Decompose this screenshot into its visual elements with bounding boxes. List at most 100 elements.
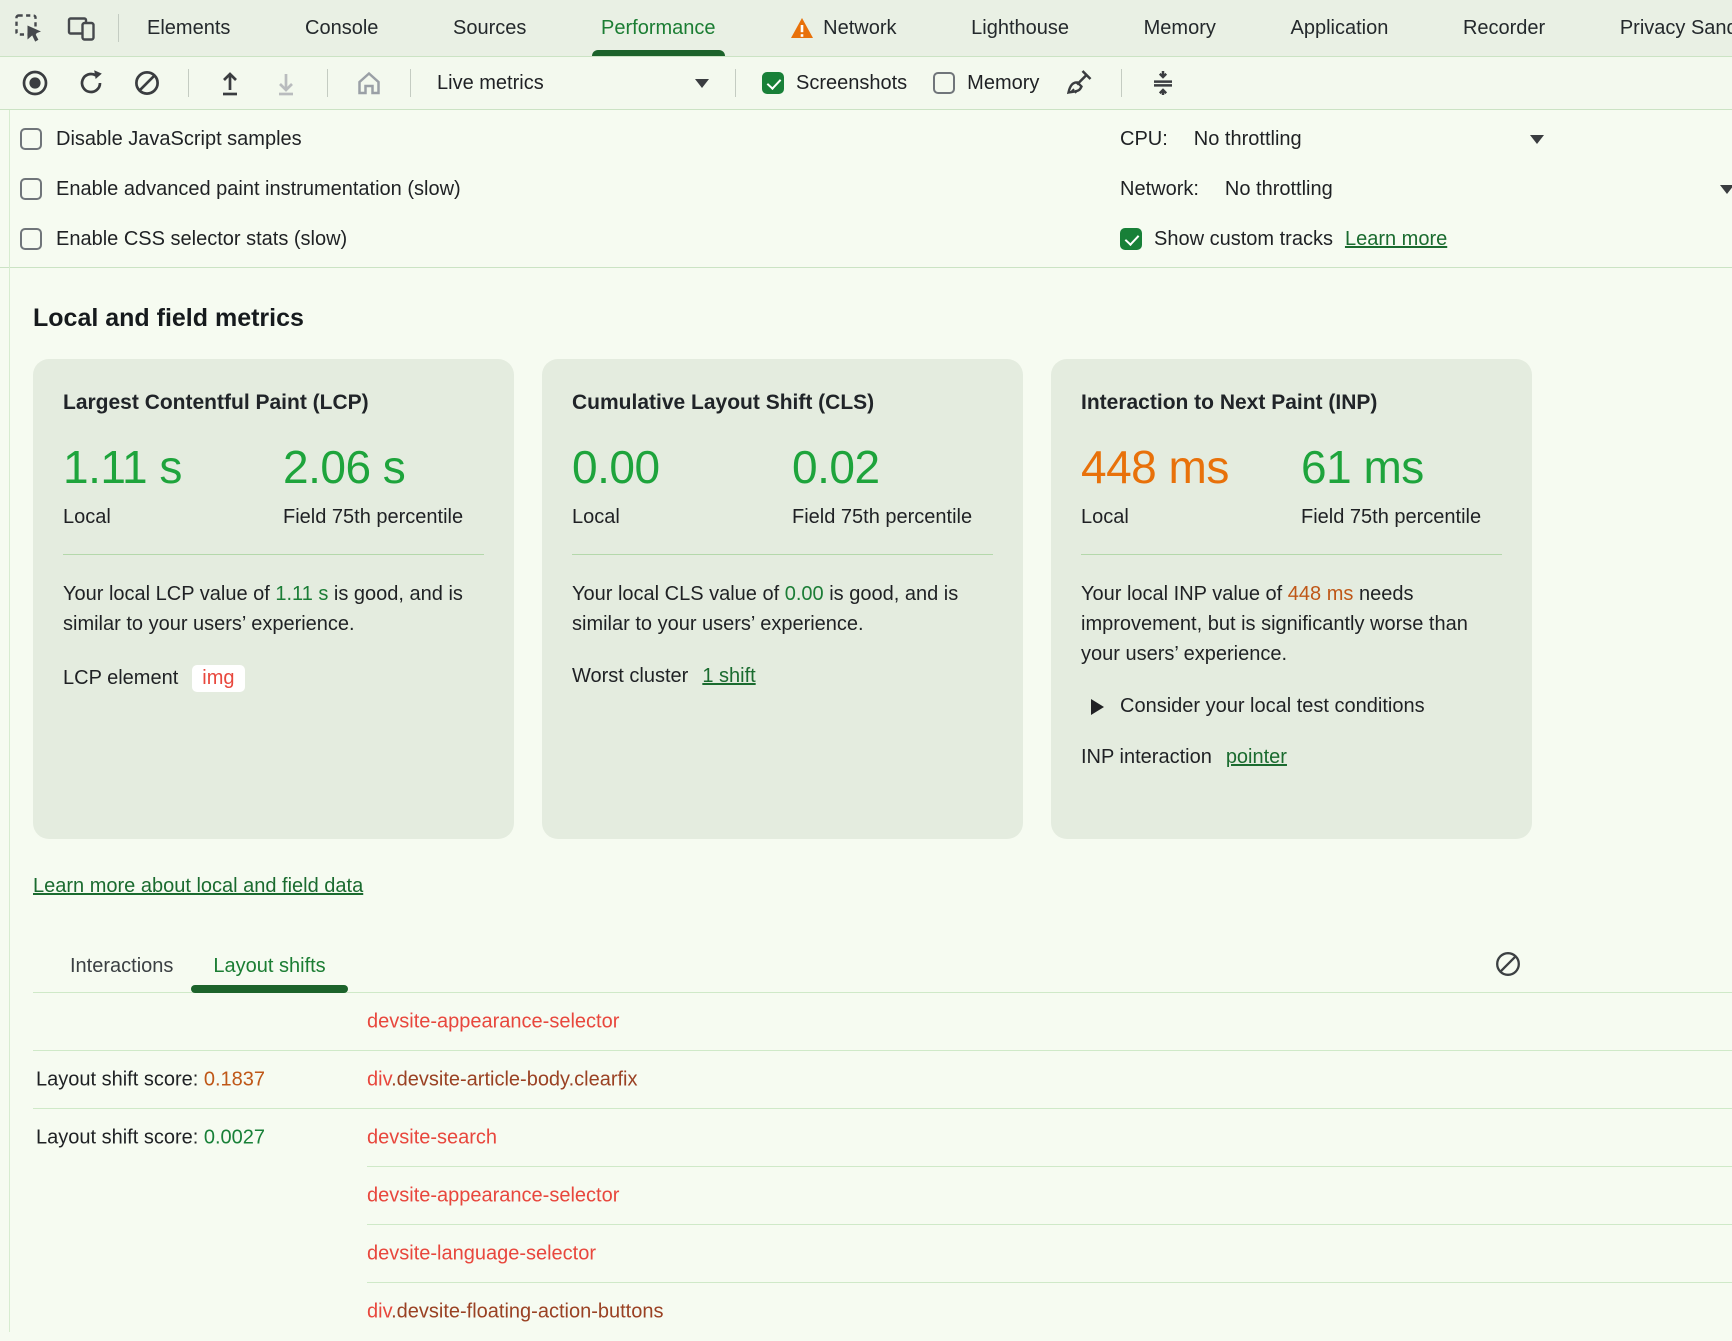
screenshots-label: Screenshots [796,72,907,95]
memory-checkbox[interactable] [933,72,955,94]
tab-sources[interactable]: Sources [439,0,540,56]
lcp-local-label: Local [63,503,283,532]
cls-field-label: Field 75th percentile [792,503,992,532]
tab-console[interactable]: Console [291,0,392,56]
inp-interaction-link[interactable]: pointer [1226,746,1287,769]
tab-interactions[interactable]: Interactions [50,940,193,992]
log-tab-bar: Interactions Layout shifts [33,940,1732,993]
inp-local-value: 448 ms [1081,443,1301,491]
element-link[interactable]: devsite-language-selector [367,1243,596,1266]
cpu-value: No throttling [1194,128,1530,151]
lcp-field-value: 2.06 s [283,443,483,491]
metric-cards: Largest Contentful Paint (LCP) 1.11 s Lo… [33,359,1732,839]
network-label: Network: [1120,178,1199,201]
element-link[interactable]: div.devsite-article-body.clearfix [367,1068,637,1091]
cpu-label: CPU: [1120,128,1168,151]
card-divider [63,554,484,555]
element-link[interactable]: devsite-search [367,1127,497,1150]
cls-card-title: Cumulative Layout Shift (CLS) [572,391,993,415]
tab-privacy-sandbox[interactable]: Privacy Sandbox [1606,0,1732,56]
lcp-element-node-link[interactable]: img [192,665,244,692]
element-link[interactable]: devsite-appearance-selector [367,1185,619,1208]
chevron-down-icon [695,79,709,88]
advanced-paint-checkbox[interactable] [20,178,42,200]
tab-network[interactable]: Network [776,0,910,56]
layout-shift-score: Layout shift score: 0.1837 [36,1068,265,1091]
table-row[interactable]: Layout shift score: 0.1837 div.devsite-a… [33,1051,1732,1109]
divider [327,69,328,97]
lcp-description: Your local LCP value of 1.11 s is good, … [63,579,484,639]
divider [410,69,411,97]
panel-mode-select[interactable]: Live metrics [437,72,709,95]
chevron-down-icon [1530,135,1544,144]
divider [735,69,736,97]
cls-field-value: 0.02 [792,443,992,491]
record-icon[interactable] [20,68,50,98]
show-custom-tracks-row[interactable]: Show custom tracks Learn more [1120,214,1447,264]
screenshots-checkbox[interactable] [762,72,784,94]
lcp-card-title: Largest Contentful Paint (LCP) [63,391,484,415]
devtools-tab-bar: Elements Console Sources Performance Net… [0,0,1732,57]
css-selector-stats-row[interactable]: Enable CSS selector stats (slow) [0,214,1732,264]
tab-elements[interactable]: Elements [133,0,244,56]
memory-label: Memory [967,72,1039,95]
worst-cluster-link[interactable]: 1 shift [702,665,755,688]
download-profile-icon[interactable] [271,68,301,98]
table-row[interactable]: devsite-appearance-selector [33,993,1732,1051]
tab-layout-shifts[interactable]: Layout shifts [193,940,345,992]
reload-record-icon[interactable] [76,68,106,98]
layout-shifts-table: devsite-appearance-selector Layout shift… [33,993,1732,1341]
cls-local-value: 0.00 [572,443,792,491]
table-row[interactable]: Layout shift score: 0.0027 devsite-searc… [33,1109,1732,1167]
panel-left-border [9,110,10,1332]
element-link[interactable]: devsite-appearance-selector [367,1010,619,1033]
lcp-card: Largest Contentful Paint (LCP) 1.11 s Lo… [33,359,514,839]
lcp-local-value: 1.11 s [63,443,283,491]
screenshots-checkbox-row[interactable]: Screenshots [762,72,907,95]
inp-card-title: Interaction to Next Paint (INP) [1081,391,1502,415]
cls-description: Your local CLS value of 0.00 is good, an… [572,579,993,639]
network-throttling-select[interactable]: Network: No throttling [1120,164,1732,214]
css-selector-stats-checkbox[interactable] [20,228,42,250]
divider [1121,69,1122,97]
table-row[interactable]: div.devsite-floating-action-buttons [33,1283,1732,1341]
network-value: No throttling [1225,178,1720,201]
cls-local-label: Local [572,503,792,532]
tab-application[interactable]: Application [1276,0,1402,56]
memory-checkbox-row[interactable]: Memory [933,72,1039,95]
cpu-throttling-select[interactable]: CPU: No throttling [1120,114,1544,164]
consider-conditions-expander[interactable]: Consider your local test conditions [1081,695,1502,718]
tab-recorder[interactable]: Recorder [1449,0,1559,56]
clear-icon[interactable] [132,68,162,98]
section-heading: Local and field metrics [33,304,1732,333]
upload-profile-icon[interactable] [215,68,245,98]
card-divider [1081,554,1502,555]
field-data-learn-more-link[interactable]: Learn more about local and field data [33,875,363,898]
table-row[interactable]: devsite-language-selector [33,1225,1732,1283]
tab-performance[interactable]: Performance [587,0,730,56]
expand-triangle-icon [1091,699,1104,715]
inp-local-label: Local [1081,503,1301,532]
home-icon[interactable] [354,68,384,98]
disable-js-samples-label: Disable JavaScript samples [56,128,302,151]
garbage-collect-broom-icon[interactable] [1065,68,1095,98]
learn-more-link[interactable]: Learn more [1345,228,1447,251]
consider-conditions-label: Consider your local test conditions [1120,695,1425,718]
performance-toolbar: Live metrics Screenshots Memory [0,57,1732,110]
element-link[interactable]: div.devsite-floating-action-buttons [367,1301,663,1324]
show-custom-tracks-label: Show custom tracks [1154,228,1333,251]
inp-description: Your local INP value of 448 ms needs imp… [1081,579,1502,669]
chevron-down-icon [1720,185,1732,194]
advanced-paint-label: Enable advanced paint instrumentation (s… [56,178,461,201]
inspect-element-icon[interactable] [14,13,44,43]
device-toolbar-icon[interactable] [66,13,96,43]
warning-icon [790,16,814,40]
collapse-icon[interactable] [1148,68,1178,98]
clear-log-icon[interactable] [1494,950,1522,978]
show-custom-tracks-checkbox[interactable] [1120,228,1142,250]
tab-lighthouse[interactable]: Lighthouse [957,0,1083,56]
disable-js-samples-checkbox[interactable] [20,128,42,150]
tab-memory[interactable]: Memory [1130,0,1230,56]
table-row[interactable]: devsite-appearance-selector [33,1167,1732,1225]
cls-card: Cumulative Layout Shift (CLS) 0.00 Local… [542,359,1023,839]
